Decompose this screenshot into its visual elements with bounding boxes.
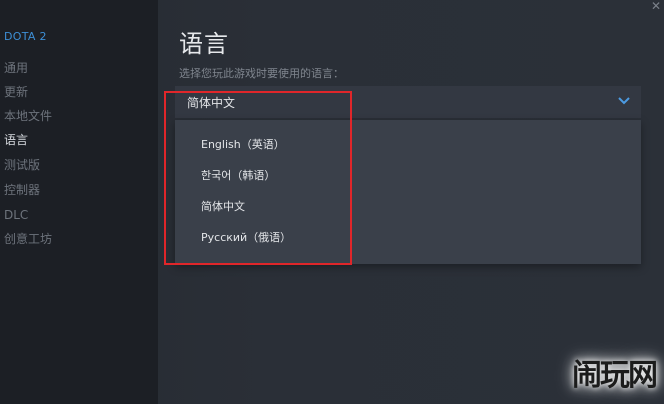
language-option-russian[interactable]: Русский（俄语） <box>201 230 291 246</box>
language-dropdown-list: English（英语） 한국어（韩语） 简体中文 Русский（俄语） <box>175 120 641 264</box>
close-icon[interactable]: ✕ <box>650 0 662 12</box>
page-title: 语言 <box>179 30 229 58</box>
sidebar-item-local-files[interactable]: 本地文件 <box>4 108 52 124</box>
sidebar-item-general[interactable]: 通用 <box>4 60 28 76</box>
sidebar-item-workshop[interactable]: 创意工坊 <box>4 231 52 247</box>
sidebar: DOTA 2 通用 更新 本地文件 语言 测试版 控制器 DLC 创意工坊 <box>0 0 158 404</box>
page-description: 选择您玩此游戏时要使用的语言： <box>179 67 344 80</box>
chevron-down-icon <box>618 97 630 105</box>
sidebar-item-dlc[interactable]: DLC <box>4 207 28 223</box>
language-option-simplified-chinese[interactable]: 简体中文 <box>201 199 245 215</box>
sidebar-item-language[interactable]: 语言 <box>4 132 28 148</box>
sidebar-item-controller[interactable]: 控制器 <box>4 182 40 198</box>
language-select-value: 简体中文 <box>187 96 236 110</box>
sidebar-item-betas[interactable]: 测试版 <box>4 157 40 173</box>
settings-window: DOTA 2 通用 更新 本地文件 语言 测试版 控制器 DLC 创意工坊 ✕ … <box>0 0 664 404</box>
language-option-korean[interactable]: 한국어（韩语） <box>201 168 275 184</box>
language-option-english[interactable]: English（英语） <box>201 137 285 153</box>
game-title: DOTA 2 <box>4 30 47 43</box>
language-select[interactable]: 简体中文 <box>175 86 641 118</box>
sidebar-item-updates[interactable]: 更新 <box>4 84 28 100</box>
watermark-logo: 闹玩网 <box>572 358 658 393</box>
